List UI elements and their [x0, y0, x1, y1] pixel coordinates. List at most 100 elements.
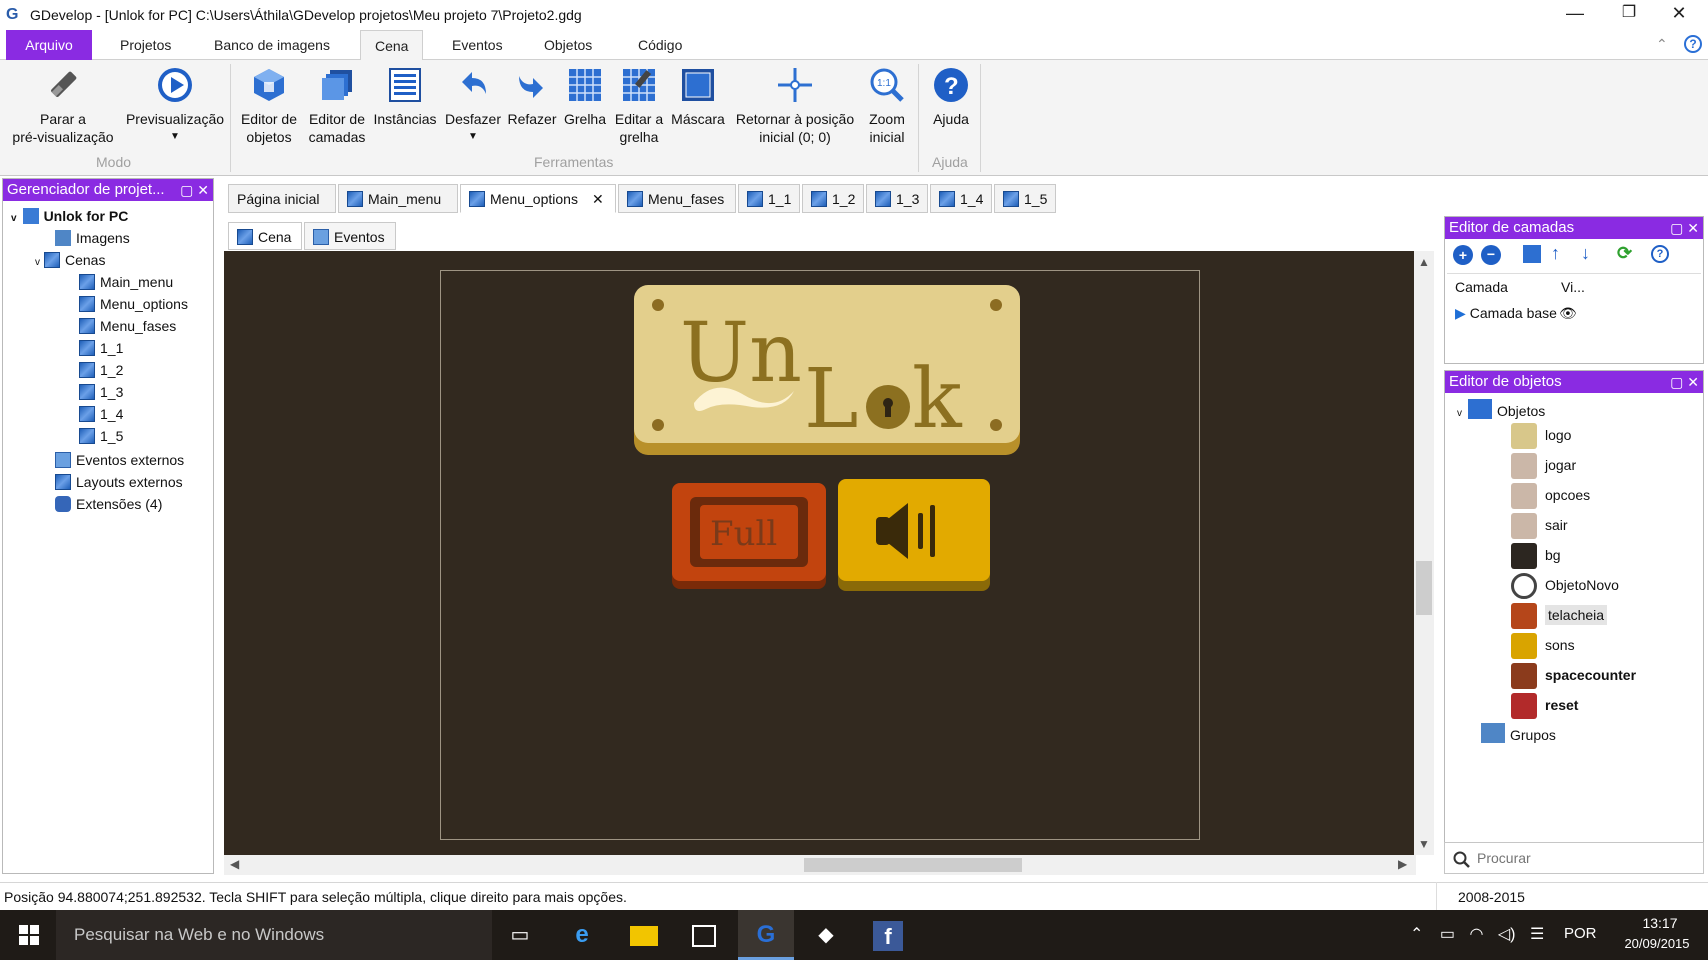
tree-project-root[interactable]: v Unlok for PC: [11, 205, 128, 227]
notifications-icon[interactable]: ☰: [1530, 926, 1544, 943]
edit-layer-icon[interactable]: [1523, 245, 1541, 263]
stop-preview-button[interactable]: Parar a pré-visualização: [8, 66, 118, 146]
edge-browser-icon[interactable]: e: [554, 910, 610, 960]
gdevelop-taskbar-icon[interactable]: G: [738, 910, 794, 960]
tab-arquivo[interactable]: Arquivo: [6, 30, 92, 60]
unlok-logo-sprite[interactable]: Un L k: [634, 285, 1020, 457]
expand-icon[interactable]: v: [35, 257, 40, 268]
tray-chevron-icon[interactable]: ⌃: [1410, 926, 1423, 943]
facebook-icon[interactable]: f: [860, 910, 916, 960]
task-view-icon[interactable]: ▭: [492, 910, 548, 960]
store-icon[interactable]: [676, 910, 732, 960]
tree-images[interactable]: Imagens: [55, 227, 130, 249]
layers-editor-button[interactable]: Editor de camadas: [304, 66, 370, 146]
file-explorer-icon[interactable]: [616, 910, 672, 960]
tab-menu-fases[interactable]: Menu_fases: [618, 184, 736, 213]
tab-objetos[interactable]: Objetos: [530, 30, 606, 60]
maximize-button[interactable]: ❐: [1604, 0, 1654, 28]
expand-icon[interactable]: v: [1457, 408, 1462, 419]
remove-layer-icon[interactable]: −: [1481, 245, 1501, 265]
tab-eventos-view[interactable]: Eventos: [304, 222, 396, 250]
preview-button[interactable]: Previsualização ▼: [122, 66, 228, 146]
tree-scene-item[interactable]: 1_3: [79, 381, 123, 403]
search-input[interactable]: [1477, 847, 1697, 869]
redo-button[interactable]: Refazer: [504, 66, 560, 128]
layers-column-camada[interactable]: Camada: [1455, 279, 1508, 295]
layer-down-icon[interactable]: ↓: [1581, 243, 1590, 264]
tab-1-5[interactable]: 1_5: [994, 184, 1056, 213]
tab-cena[interactable]: Cena: [360, 30, 424, 61]
volume-icon[interactable]: ◁): [1498, 926, 1516, 943]
undo-dropdown-icon[interactable]: ▼: [442, 128, 504, 146]
vertical-scroll-thumb[interactable]: [1416, 561, 1432, 615]
clock-time[interactable]: 13:17: [1620, 915, 1700, 931]
instances-button[interactable]: Instâncias: [370, 66, 440, 128]
fullscreen-button-sprite[interactable]: Full: [672, 483, 826, 589]
tab-banco-de-imagens[interactable]: Banco de imagens: [200, 30, 344, 60]
object-row-logo[interactable]: logo: [1511, 421, 1571, 450]
close-tab-icon[interactable]: ✕: [592, 191, 604, 207]
objects-root[interactable]: v Objetos: [1457, 399, 1545, 421]
add-layer-icon[interactable]: +: [1453, 245, 1473, 265]
panel-buttons[interactable]: ▢ ✕: [180, 179, 209, 201]
tree-scene-item[interactable]: 1_4: [79, 403, 123, 425]
tab-1-1[interactable]: 1_1: [738, 184, 800, 213]
scroll-down-icon[interactable]: ▼: [1418, 837, 1430, 851]
edit-grid-button[interactable]: Editar a grelha: [610, 66, 668, 146]
clock-date[interactable]: 20/09/2015: [1612, 936, 1702, 951]
object-row-reset[interactable]: reset: [1511, 691, 1578, 720]
tree-scenes[interactable]: v Cenas: [35, 249, 105, 271]
taskbar-search[interactable]: Pesquisar na Web e no Windows: [56, 910, 492, 960]
object-row-objetonovo[interactable]: ObjetoNovo: [1511, 571, 1619, 600]
undo-button[interactable]: Desfazer ▼: [442, 66, 504, 146]
tab-menu-options[interactable]: Menu_options ✕: [460, 184, 616, 213]
input-language[interactable]: POR: [1564, 925, 1597, 942]
refresh-icon[interactable]: ⟳: [1617, 243, 1632, 264]
scroll-left-icon[interactable]: ◀: [230, 857, 239, 871]
tree-scene-item[interactable]: 1_5: [79, 425, 123, 447]
object-row-telacheia[interactable]: telacheia: [1511, 601, 1608, 630]
help-icon[interactable]: ?: [1684, 35, 1702, 53]
tab-1-2[interactable]: 1_2: [802, 184, 864, 213]
objects-search[interactable]: [1444, 842, 1704, 874]
layer-row-base[interactable]: ▶ Camada base 👁: [1455, 305, 1577, 322]
layers-help-icon[interactable]: ?: [1651, 245, 1669, 263]
object-row-sair[interactable]: sair: [1511, 511, 1568, 540]
minimize-button[interactable]: —: [1550, 0, 1600, 28]
object-row-jogar[interactable]: jogar: [1511, 451, 1576, 480]
tree-scene-item[interactable]: 1_1: [79, 337, 123, 359]
objects-editor-button[interactable]: Editor de objetos: [236, 66, 302, 146]
tab-pagina-inicial[interactable]: Página inicial: [228, 184, 336, 213]
object-row-sons[interactable]: sons: [1511, 631, 1575, 660]
tree-external-layouts[interactable]: Layouts externos: [55, 471, 183, 493]
tab-codigo[interactable]: Código: [624, 30, 696, 60]
wifi-icon[interactable]: ◠: [1469, 926, 1483, 943]
scroll-right-icon[interactable]: ▶: [1398, 857, 1407, 871]
scroll-up-icon[interactable]: ▲: [1418, 255, 1430, 269]
eye-visible-icon[interactable]: 👁: [1559, 305, 1577, 321]
ribbon-collapse-icon[interactable]: ⌃: [1656, 36, 1668, 53]
mask-button[interactable]: Máscara: [668, 66, 728, 128]
object-row-opcoes[interactable]: opcoes: [1511, 481, 1590, 510]
sound-button-sprite[interactable]: [838, 479, 990, 591]
help-ribbon-button[interactable]: ? Ajuda: [924, 66, 978, 128]
object-row-spacecounter[interactable]: spacecounter: [1511, 661, 1636, 690]
grid-button[interactable]: Grelha: [560, 66, 610, 128]
tree-scene-item[interactable]: Menu_fases: [79, 315, 176, 337]
panel-buttons[interactable]: ▢ ✕: [1670, 371, 1699, 393]
vertical-scrollbar[interactable]: ▲ ▼: [1414, 251, 1434, 855]
tree-extensions[interactable]: Extensões (4): [55, 493, 162, 515]
scene-canvas[interactable]: Un L k Full: [224, 251, 1416, 855]
tree-external-events[interactable]: Eventos externos: [55, 449, 184, 471]
tree-scene-item[interactable]: 1_2: [79, 359, 123, 381]
panel-buttons[interactable]: ▢ ✕: [1670, 217, 1699, 239]
tab-eventos[interactable]: Eventos: [438, 30, 517, 60]
return-origin-button[interactable]: Retornar à posição inicial (0; 0): [730, 66, 860, 146]
expand-icon[interactable]: v: [11, 213, 17, 224]
zoom-button[interactable]: 1:1 Zoom inicial: [860, 66, 914, 146]
tab-1-4[interactable]: 1_4: [930, 184, 992, 213]
tab-cena-view[interactable]: Cena: [228, 222, 302, 250]
tab-main-menu[interactable]: Main_menu: [338, 184, 458, 213]
battery-icon[interactable]: ▭: [1440, 926, 1455, 943]
layers-column-visible[interactable]: Vi...: [1561, 279, 1585, 295]
